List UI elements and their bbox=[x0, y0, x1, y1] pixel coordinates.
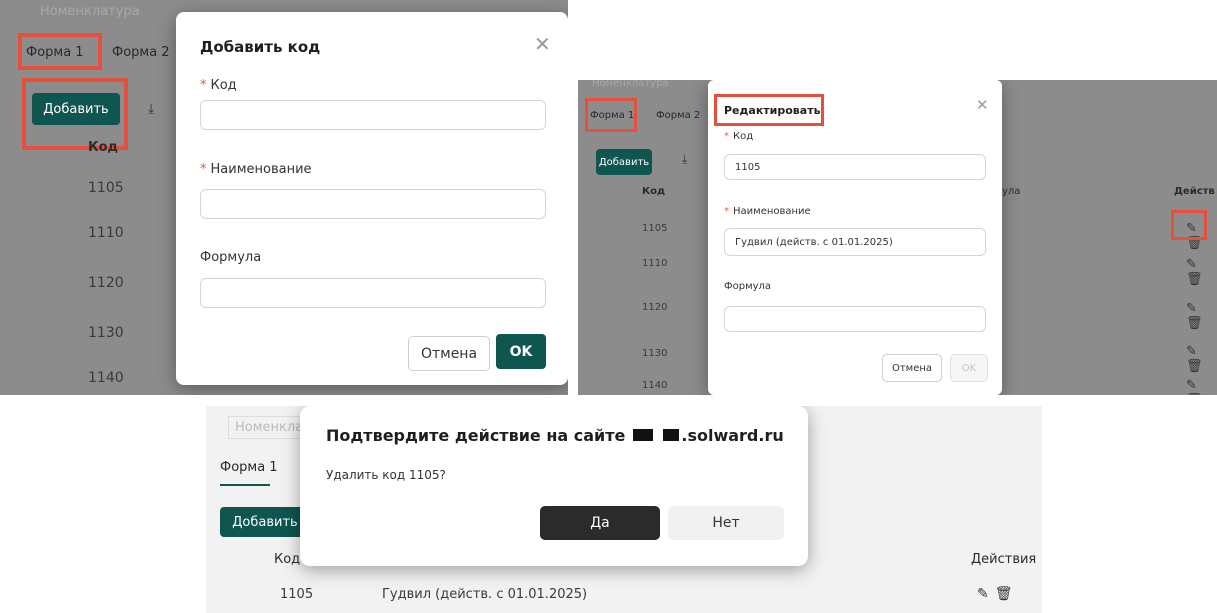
table-row-code: 1130 bbox=[642, 348, 668, 359]
formula-input[interactable] bbox=[200, 278, 546, 308]
ok-button[interactable]: OK bbox=[496, 334, 546, 369]
tab-form-1[interactable]: Форма 1 bbox=[220, 460, 278, 475]
table-row-code: 1105 bbox=[642, 223, 668, 234]
add-code-dialog: Добавить код ✕ * Код * Наименование Формул… bbox=[176, 12, 568, 385]
nomenclature-field[interactable]: Номенклатура bbox=[40, 4, 140, 19]
tab-form-2[interactable]: Форма 2 bbox=[112, 45, 170, 60]
highlight-dialog-title bbox=[714, 94, 824, 126]
column-header-actions: Действ bbox=[1174, 186, 1215, 197]
redacted-block bbox=[663, 429, 680, 441]
edit-code-dialog: Редактировать ✕ * Код 1105 * Наименование … bbox=[708, 80, 1002, 395]
trash-icon[interactable]: 🗑 bbox=[1186, 393, 1209, 395]
trash-icon[interactable]: 🗑 bbox=[995, 586, 1019, 602]
panel-add-code: Номенклатура Форма 1 Форма 2 Добавить ⤓ … bbox=[0, 0, 568, 395]
highlight-tab-form-1 bbox=[18, 33, 102, 70]
download-icon[interactable]: ⤓ bbox=[148, 101, 154, 117]
tab-form-1-underline bbox=[220, 484, 270, 486]
close-icon[interactable]: ✕ bbox=[534, 32, 551, 56]
formula-input[interactable] bbox=[724, 306, 986, 332]
confirm-dialog: Подтвердите действие на сайте .solward.ru… bbox=[300, 406, 808, 566]
table-row-name: Гудвил (действ. с 01.01.2025) bbox=[382, 587, 588, 602]
name-field-label: * Наименование bbox=[200, 162, 312, 177]
name-field-label: * Наименование bbox=[724, 206, 811, 217]
column-header-code: Код bbox=[88, 140, 119, 155]
name-input[interactable] bbox=[200, 189, 546, 219]
close-icon[interactable]: ✕ bbox=[976, 96, 989, 114]
yes-button[interactable]: Да bbox=[540, 506, 660, 540]
row-actions: ✎🗑 bbox=[977, 586, 1019, 602]
row-actions: ✎🗑 bbox=[1186, 378, 1217, 395]
cancel-button[interactable]: Отмена bbox=[882, 354, 942, 382]
ok-button[interactable]: OK bbox=[950, 354, 988, 382]
trash-icon[interactable]: 🗑 bbox=[1186, 359, 1209, 374]
table-row-code: 1140 bbox=[88, 370, 124, 386]
confirm-message: Удалить код 1105? bbox=[326, 468, 446, 482]
add-button[interactable]: Добавить bbox=[220, 507, 310, 537]
edit-icon[interactable]: ✎ bbox=[1186, 257, 1203, 272]
edit-icon[interactable]: ✎ bbox=[1186, 344, 1203, 359]
trash-icon[interactable]: 🗑 bbox=[1186, 316, 1209, 331]
column-header-code: Код bbox=[642, 186, 666, 197]
row-actions: ✎🗑 bbox=[1186, 257, 1217, 287]
edit-icon[interactable]: ✎ bbox=[1186, 301, 1203, 316]
tab-form-2[interactable]: Форма 2 bbox=[656, 110, 700, 121]
column-header-code: Код bbox=[274, 552, 301, 567]
column-header-actions: Действия bbox=[971, 552, 1037, 567]
add-button[interactable]: Добавить bbox=[596, 149, 652, 175]
panel-edit-code: Номенклатура Форма 1 Форма 2 Добавить ⤓ … bbox=[578, 80, 1217, 395]
panel-delete-confirm: Номенклату Форма 1 Добавить Код Действия… bbox=[206, 406, 1042, 613]
column-header-formula: ула bbox=[1002, 186, 1021, 197]
formula-field-label: Формула bbox=[200, 250, 262, 265]
download-icon[interactable]: ⤓ bbox=[682, 152, 687, 167]
highlight-tab-form-1 bbox=[585, 98, 637, 132]
code-field-label: * Код bbox=[724, 131, 754, 142]
row-actions: ✎🗑 bbox=[1186, 301, 1217, 331]
code-field-label: * Код bbox=[200, 78, 237, 93]
table-row-code: 1110 bbox=[88, 225, 124, 241]
edit-icon[interactable]: ✎ bbox=[977, 586, 995, 602]
table-row-code: 1105 bbox=[88, 180, 124, 196]
code-input[interactable] bbox=[200, 100, 546, 130]
confirm-title: Подтвердите действие на сайте .solward.ru bbox=[326, 426, 784, 445]
edit-icon[interactable]: ✎ bbox=[1186, 378, 1203, 393]
table-row-code: 1140 bbox=[642, 380, 668, 391]
table-row-code: 1130 bbox=[88, 325, 124, 341]
table-row-code: 1120 bbox=[642, 302, 668, 313]
code-input[interactable]: 1105 bbox=[724, 154, 986, 180]
row-actions: ✎🗑 bbox=[1186, 344, 1217, 374]
table-row-code: 1105 bbox=[280, 587, 314, 602]
no-button[interactable]: Нет bbox=[668, 506, 784, 540]
trash-icon[interactable]: 🗑 bbox=[1186, 272, 1209, 287]
nomenclature-field[interactable]: Номенклатура bbox=[592, 80, 669, 89]
formula-field-label: Формула bbox=[724, 281, 772, 292]
highlight-edit-icon bbox=[1171, 210, 1207, 240]
table-row-code: 1110 bbox=[642, 258, 668, 269]
name-input[interactable]: Гудвил (действ. с 01.01.2025) bbox=[724, 228, 986, 256]
dialog-title: Добавить код bbox=[200, 38, 321, 56]
table-row-code: 1120 bbox=[88, 275, 124, 291]
redacted-block bbox=[633, 429, 654, 441]
cancel-button[interactable]: Отмена bbox=[408, 336, 490, 371]
